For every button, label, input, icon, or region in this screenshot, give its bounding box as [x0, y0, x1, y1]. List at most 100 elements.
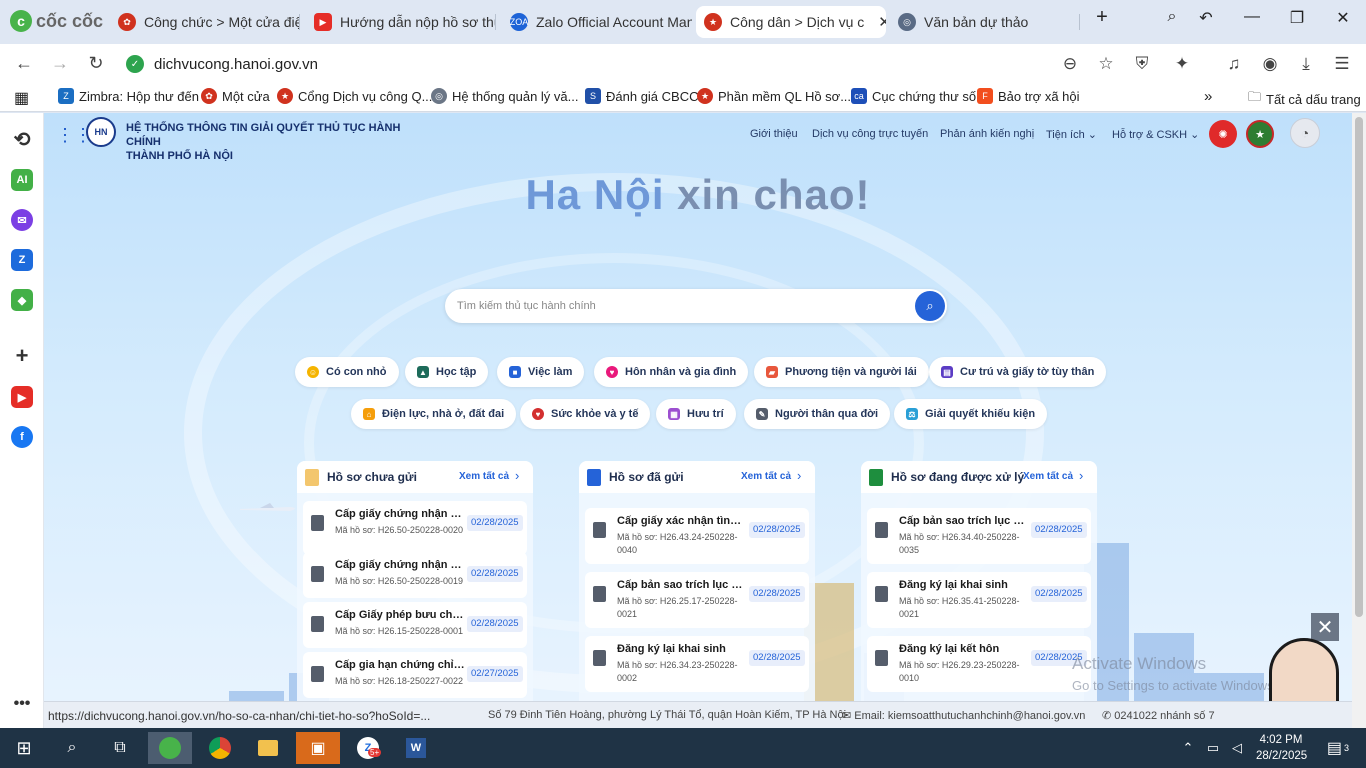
chevron-up-icon[interactable]: ⌃: [1178, 732, 1198, 764]
bookmark-he-thong[interactable]: ◎ Hệ thống quản lý vă...: [431, 88, 578, 104]
list-item[interactable]: Cấp bản sao trích lục hộ tị...Mã hồ sơ: …: [867, 508, 1091, 564]
party-emblem-icon[interactable]: ✺: [1209, 120, 1237, 148]
tab-2[interactable]: ▶ Hướng dẫn nộp hồ sơ thủ: [306, 6, 496, 38]
close-window-icon[interactable]: ✕: [1329, 8, 1357, 28]
nav-phan-anh[interactable]: Phản ánh kiến nghị: [940, 128, 1034, 140]
menu-icon[interactable]: ☰: [1330, 54, 1354, 74]
add-sidebar-icon[interactable]: +: [11, 343, 33, 368]
bookmark-chung-thu[interactable]: ca Cục chứng thư số: [851, 88, 976, 104]
apps-grid-icon[interactable]: ▦: [14, 88, 29, 108]
bookmark-zimbra[interactable]: Z Zimbra: Hộp thư đến: [58, 88, 199, 104]
chevron-right-icon[interactable]: ›: [515, 468, 519, 483]
profile-icon[interactable]: ◉: [1258, 54, 1282, 74]
category-phuong-tien[interactable]: ▰ Phương tiện và người lái: [754, 357, 929, 387]
back-icon[interactable]: ←: [12, 53, 36, 74]
view-all-link[interactable]: Xem tất cả: [1023, 471, 1073, 482]
more-bookmarks-icon[interactable]: »: [1204, 88, 1212, 105]
tab-3[interactable]: ZOA Zalo Official Account Mana: [502, 6, 692, 38]
page-scrollbar[interactable]: [1352, 113, 1366, 728]
user-avatar[interactable]: ◔: [1290, 118, 1320, 148]
system-clock[interactable]: 4:02 PM 28/2/2025: [1256, 732, 1307, 764]
more-icon[interactable]: •••: [11, 693, 33, 715]
zalo-taskbar-icon[interactable]: Z 5+: [346, 732, 390, 764]
list-item[interactable]: Cấp Giấy phép bưu chính Mã hồ sơ: H26.15-…: [303, 602, 527, 648]
all-bookmarks[interactable]: 🗀 Tất cả dấu trang: [1248, 88, 1361, 110]
list-item[interactable]: Cấp giấy xác nhận tình trạ...Mã hồ sơ: H…: [585, 508, 809, 564]
coccoc-taskbar-icon[interactable]: [148, 732, 192, 764]
nav-dich-vu-cong[interactable]: Dịch vụ công trực tuyến: [812, 128, 928, 140]
category-cu-tru[interactable]: ▤ Cư trú và giấy tờ tùy thân: [929, 357, 1107, 387]
category-nguoi-than[interactable]: ✎ Người thân qua đời: [744, 399, 891, 429]
list-item[interactable]: Cấp bản sao trích lục hộ tị...Mã hồ sơ: …: [585, 572, 809, 628]
nav-ho-tro[interactable]: Hỗ trợ & CSKH ⌄: [1112, 128, 1199, 141]
restore-icon[interactable]: ❐: [1283, 8, 1311, 28]
ai-icon[interactable]: AI: [11, 169, 33, 191]
zalo-icon[interactable]: Z: [11, 249, 33, 271]
new-tab-icon[interactable]: +: [1088, 6, 1116, 29]
category-viec-lam[interactable]: ■ Việc làm: [497, 357, 585, 387]
bookmark-mot-cua[interactable]: ✿ Một cửa: [201, 88, 270, 104]
bookmark-star-icon[interactable]: ☆: [1094, 54, 1118, 74]
tab-5[interactable]: ◎ Văn bản dự thảo: [890, 6, 1080, 38]
category-khieu-kien[interactable]: ⚖ Giải quyết khiếu kiện: [894, 399, 1048, 429]
bookmark-phan-mem[interactable]: ★ Phần mềm QL Hồ sơ...: [697, 88, 851, 104]
national-emblem-icon[interactable]: ★: [1246, 120, 1274, 148]
search-input[interactable]: [457, 296, 897, 316]
search-icon[interactable]: ⌕: [50, 732, 94, 764]
windows-start-icon[interactable]: ⊞: [2, 732, 46, 764]
extensions-icon[interactable]: ✦: [1170, 54, 1194, 74]
back-forward-cache-icon[interactable]: ↶: [1192, 8, 1220, 28]
gamepad-icon[interactable]: ◆: [11, 289, 33, 311]
word-taskbar-icon[interactable]: W: [394, 732, 438, 764]
list-item[interactable]: Cấp giấy chứng nhận cơ s...Mã hồ sơ: H26…: [303, 552, 527, 598]
youtube-icon[interactable]: ▶: [11, 386, 33, 408]
download-icon[interactable]: ⤓: [1294, 54, 1318, 74]
category-hon-nhan[interactable]: ♥ Hôn nhân và gia đình: [594, 357, 749, 387]
messenger-icon[interactable]: ✉: [11, 209, 33, 231]
tab-search-icon[interactable]: ⌕: [1158, 8, 1186, 26]
category-dien-luc[interactable]: ⌂ Điện lực, nhà ở, đất đai: [351, 399, 517, 429]
bookmark-cong-dvc[interactable]: ★ Cổng Dịch vụ công Q...: [277, 88, 432, 104]
task-view-icon[interactable]: ⧉: [98, 732, 142, 764]
list-item[interactable]: Cấp gia hạn chứng chỉ hàn...Mã hồ sơ: H2…: [303, 652, 527, 698]
view-all-link[interactable]: Xem tất cả: [741, 471, 791, 482]
site-emblem-logo[interactable]: HN: [86, 117, 116, 147]
network-icon[interactable]: ▭: [1202, 732, 1224, 764]
list-item[interactable]: Cấp giấy chứng nhận cơ s...Mã hồ sơ: H26…: [303, 501, 527, 555]
tab-1[interactable]: ✿ Công chức > Một cửa điện: [110, 6, 300, 38]
category-huu-tri[interactable]: ▦ Hưu trí: [656, 399, 736, 429]
category-suc-khoe[interactable]: ♥ Sức khỏe và y tế: [520, 399, 651, 429]
category-hoc-tap[interactable]: ▲ Học tập: [405, 357, 489, 387]
history-icon[interactable]: ⟲: [11, 128, 33, 151]
bookmark-danh-gia[interactable]: S Đánh giá CBCC: [585, 88, 699, 104]
reload-icon[interactable]: ↻: [84, 53, 108, 74]
close-assistant-button[interactable]: ✕: [1311, 613, 1339, 641]
coccoc-logo[interactable]: c cốc cốc: [10, 10, 103, 32]
scrollbar-thumb[interactable]: [1355, 117, 1363, 617]
close-tab-icon[interactable]: ✕: [878, 13, 886, 31]
list-item[interactable]: Đăng ký lại kết hôn Mã hồ sơ: H26.29.23-2…: [867, 636, 1091, 692]
chevron-right-icon[interactable]: ›: [1079, 468, 1083, 483]
volume-icon[interactable]: ◁: [1226, 732, 1248, 764]
chevron-right-icon[interactable]: ›: [797, 468, 801, 483]
nav-tien-ich[interactable]: Tiện ích ⌄: [1046, 128, 1097, 141]
list-item[interactable]: Đăng ký lại khai sinh Mã hồ sơ: H26.34.23…: [585, 636, 809, 692]
zoom-out-icon[interactable]: ⊖: [1058, 54, 1082, 74]
bookmark-bao-tro[interactable]: F Bảo trợ xã hội: [977, 88, 1080, 104]
network-app-icon[interactable]: ▣: [296, 732, 340, 764]
nav-gioi-thieu[interactable]: Giới thiệu: [750, 128, 798, 140]
url-field[interactable]: ✓ dichvucong.hanoi.gov.vn: [120, 49, 1170, 79]
category-co-con-nho[interactable]: ☺ Có con nhỏ: [295, 357, 399, 387]
tab-active[interactable]: ★ Công dân > Dịch vụ c ✕: [696, 6, 886, 38]
chrome-taskbar-icon[interactable]: [198, 732, 242, 764]
file-explorer-icon[interactable]: [246, 732, 290, 764]
view-all-link[interactable]: Xem tất cả: [459, 471, 509, 482]
media-icon[interactable]: ♫: [1222, 54, 1246, 74]
notification-center-icon[interactable]: ▤ 3: [1318, 732, 1358, 764]
minimize-icon[interactable]: —: [1238, 8, 1266, 26]
search-button[interactable]: ⌕: [915, 291, 945, 321]
forward-icon[interactable]: →: [48, 53, 72, 74]
facebook-icon[interactable]: f: [11, 426, 33, 448]
list-item[interactable]: Đăng ký lại khai sinh Mã hồ sơ: H26.35.41…: [867, 572, 1091, 628]
shield-icon[interactable]: ⛨: [1130, 54, 1154, 74]
